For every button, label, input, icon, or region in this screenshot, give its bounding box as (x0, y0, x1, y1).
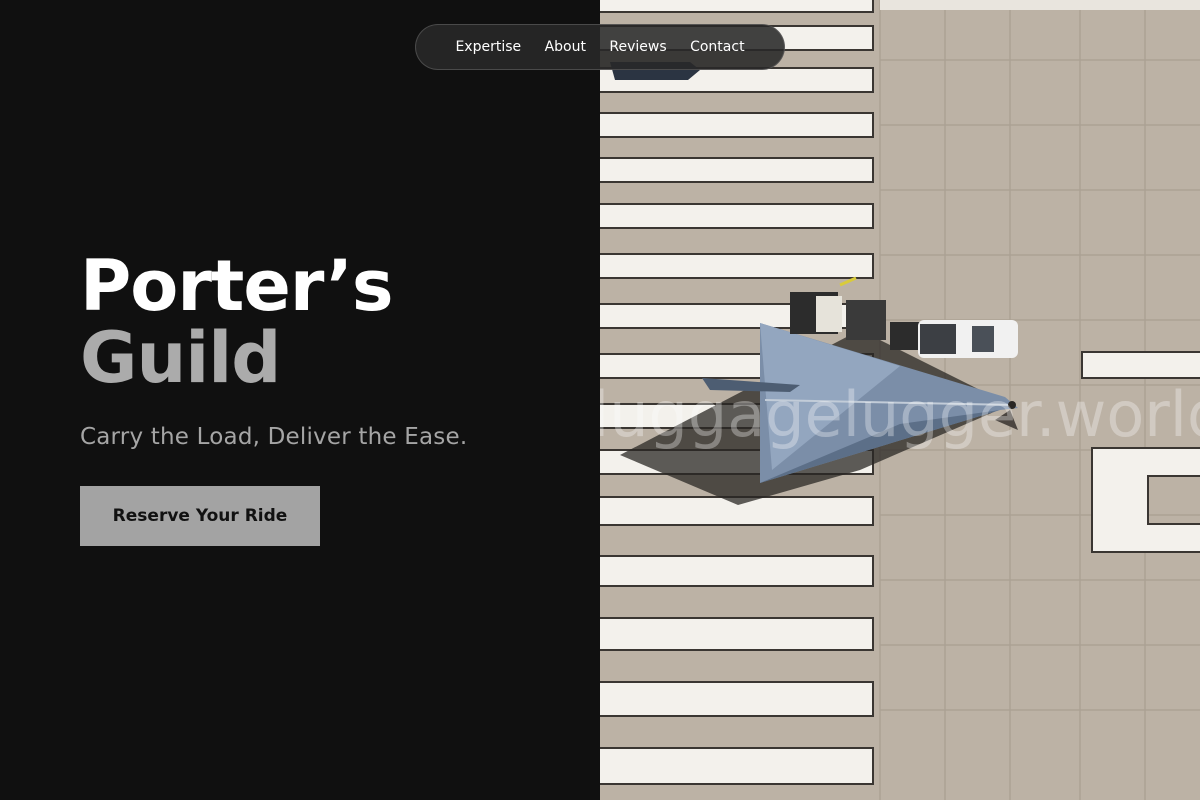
photo-watermark: luggagelugger.world (600, 378, 1200, 451)
brand-title-line-1: Porter’s (80, 245, 394, 327)
top-navigation: Expertise About Reviews Contact (415, 24, 785, 70)
hero-tagline: Carry the Load, Deliver the Ease. (80, 424, 468, 450)
aerial-tarmac-image: luggagelugger.world (600, 0, 1200, 800)
reserve-ride-button[interactable]: Reserve Your Ride (80, 486, 320, 546)
hero-photo: luggagelugger.world (600, 0, 1200, 800)
nav-link-contact[interactable]: Contact (690, 39, 744, 55)
nav-link-about[interactable]: About (545, 39, 586, 55)
brand-title: Porter’s Guild (80, 245, 394, 399)
hero-left-panel: Porter’s Guild Carry the Load, Deliver t… (0, 0, 600, 800)
brand-title-line-2: Guild (80, 317, 281, 399)
nav-link-reviews[interactable]: Reviews (609, 39, 666, 55)
nav-link-expertise[interactable]: Expertise (455, 39, 521, 55)
